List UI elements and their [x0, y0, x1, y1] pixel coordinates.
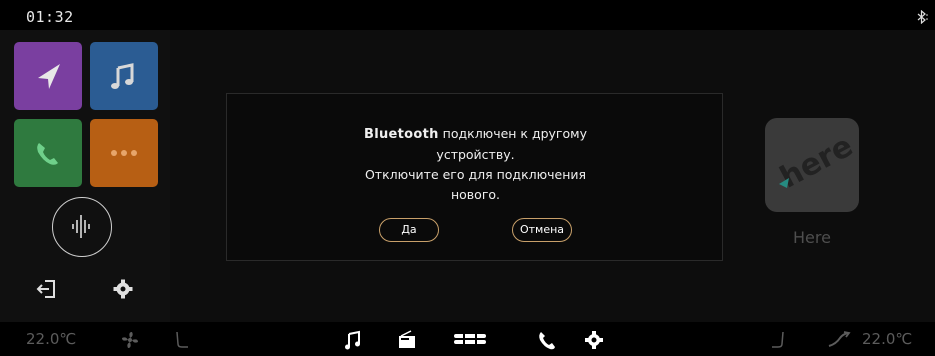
- cancel-button[interactable]: Отмена: [512, 218, 572, 242]
- here-app-tile[interactable]: here: [765, 118, 859, 212]
- app-dock: [0, 30, 170, 322]
- dialog-message: Bluetooth подключен к другому устройству…: [227, 124, 724, 205]
- exit-icon[interactable]: [36, 278, 58, 300]
- navigation-app-tile[interactable]: [14, 42, 82, 110]
- car-grid-icon[interactable]: [452, 330, 488, 350]
- seat-heat-right-icon[interactable]: [770, 330, 786, 352]
- phone-app-tile[interactable]: [14, 119, 82, 187]
- more-apps-tile[interactable]: [90, 119, 158, 187]
- dialog-brand: Bluetooth: [364, 127, 439, 142]
- phone-icon[interactable]: [537, 330, 557, 350]
- clock: 01:32: [26, 8, 74, 26]
- voice-waveform-icon: [72, 215, 90, 238]
- gear-icon[interactable]: [112, 278, 134, 300]
- seat-heat-left-icon[interactable]: [174, 330, 190, 352]
- temp-left[interactable]: 22.0℃: [26, 330, 76, 348]
- music-note-icon: [111, 63, 134, 89]
- gear-icon[interactable]: [584, 330, 604, 350]
- voice-assistant-button[interactable]: [52, 197, 112, 257]
- here-app-label: Here: [793, 228, 831, 247]
- fan-icon[interactable]: [120, 330, 140, 350]
- phone-icon: [37, 143, 58, 165]
- navigation-arrow-icon: [38, 64, 60, 89]
- status-bar: 01:32: [0, 0, 935, 30]
- yes-button[interactable]: Да: [379, 218, 439, 242]
- dialog-line2: устройству.: [436, 147, 515, 162]
- bluetooth-icon: [917, 10, 928, 24]
- dialog-line1: подключен к другому: [438, 126, 587, 141]
- airflow-icon[interactable]: [826, 330, 852, 350]
- dialog-line3: Отключите его для подключения: [364, 167, 587, 182]
- here-logo-icon: here: [774, 129, 858, 196]
- music-app-tile[interactable]: [90, 42, 158, 110]
- more-dots-icon: [111, 150, 137, 156]
- bluetooth-dialog: Bluetooth подключен к другому устройству…: [226, 93, 723, 261]
- music-icon[interactable]: [344, 330, 362, 350]
- radio-icon[interactable]: [397, 330, 417, 350]
- temp-right[interactable]: 22.0℃: [862, 330, 912, 348]
- climate-bar: 22.0℃ 22.0℃: [0, 322, 935, 356]
- dialog-line4: нового.: [450, 187, 501, 202]
